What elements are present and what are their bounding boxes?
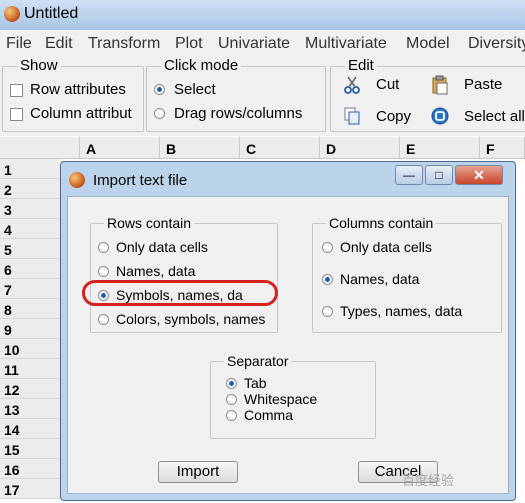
row-header[interactable]: 11 (0, 359, 60, 379)
edit-group-title: Edit (345, 57, 377, 74)
row-header[interactable]: 9 (0, 319, 60, 339)
row-header[interactable]: 1 (0, 159, 60, 179)
column-header[interactable]: B (160, 137, 240, 159)
cut-icon[interactable] (342, 75, 362, 95)
menu-edit[interactable]: Edit (45, 35, 73, 53)
menu-multivariate[interactable]: Multivariate (305, 35, 387, 53)
separator-tab-label: Tab (244, 375, 267, 391)
row-header[interactable]: 13 (0, 399, 60, 419)
row-header[interactable]: 7 (0, 279, 60, 299)
cols-types-names-data-radio[interactable] (322, 306, 333, 317)
paste-button[interactable]: Paste (464, 76, 502, 93)
separator-tab-radio[interactable] (226, 378, 237, 389)
row-header[interactable]: 3 (0, 199, 60, 219)
watermark: 百度经验 (402, 473, 455, 488)
minimize-icon[interactable]: — (395, 165, 423, 185)
drag-mode-label: Drag rows/columns (174, 105, 303, 122)
cut-button[interactable]: Cut (376, 76, 399, 93)
rows-colors-symbols-names-label: Colors, symbols, names (116, 311, 266, 327)
corner-header (0, 137, 80, 159)
select-all-icon[interactable] (430, 106, 450, 126)
dialog-app-icon (69, 172, 85, 188)
row-attributes-checkbox[interactable] (10, 84, 23, 97)
cols-names-data-radio[interactable] (322, 274, 333, 285)
row-attributes-label: Row attributes (30, 81, 126, 98)
dialog-body: Rows contain Only data cells Names, data… (67, 196, 509, 494)
menu-univariate[interactable]: Univariate (218, 35, 290, 53)
select-mode-label: Select (174, 81, 216, 98)
dialog-title-bar[interactable]: Import text file — □ ✕ (61, 162, 515, 196)
dialog-title: Import text file (93, 172, 188, 189)
window-title: Untitled (24, 5, 79, 22)
click-mode-group (146, 66, 326, 132)
columns-contain-title: Columns contain (326, 215, 437, 231)
row-header[interactable]: 10 (0, 339, 60, 359)
column-header[interactable]: D (320, 137, 400, 159)
title-bar: Untitled (0, 0, 525, 30)
row-header[interactable]: 12 (0, 379, 60, 399)
rows-only-data-label: Only data cells (116, 239, 208, 255)
show-group-title: Show (17, 57, 61, 74)
row-header[interactable]: 8 (0, 299, 60, 319)
rows-colors-symbols-names-radio[interactable] (98, 314, 109, 325)
cols-only-data-radio[interactable] (322, 242, 333, 253)
cols-only-data-label: Only data cells (340, 239, 432, 255)
rows-contain-title: Rows contain (104, 215, 195, 231)
column-header[interactable]: C (240, 137, 320, 159)
menu-plot[interactable]: Plot (175, 35, 203, 53)
close-icon[interactable]: ✕ (455, 165, 503, 185)
separator-title: Separator (224, 353, 292, 369)
column-header[interactable]: E (400, 137, 480, 159)
column-attributes-label: Column attribut (30, 105, 132, 122)
column-header[interactable]: A (80, 137, 160, 159)
copy-icon[interactable] (342, 106, 362, 126)
row-header[interactable]: 5 (0, 239, 60, 259)
separator-whitespace-radio[interactable] (226, 394, 237, 405)
menu-bar: File Edit Transform Plot Univariate Mult… (0, 30, 525, 57)
rows-only-data-radio[interactable] (98, 242, 109, 253)
row-header[interactable]: 2 (0, 179, 60, 199)
menu-model[interactable]: Model (406, 35, 450, 53)
toolbar: Show Row attributes Column attribut Clic… (0, 56, 525, 136)
row-header[interactable]: 16 (0, 459, 60, 479)
cols-names-data-label: Names, data (340, 271, 420, 287)
highlight-annotation (82, 280, 278, 306)
maximize-icon[interactable]: □ (425, 165, 453, 185)
row-header[interactable]: 6 (0, 259, 60, 279)
rows-names-data-label: Names, data (116, 263, 196, 279)
show-group (2, 66, 144, 132)
row-header[interactable]: 15 (0, 439, 60, 459)
separator-whitespace-label: Whitespace (244, 391, 318, 407)
separator-comma-label: Comma (244, 407, 294, 423)
paste-icon[interactable] (430, 75, 450, 95)
column-attributes-checkbox[interactable] (10, 108, 23, 121)
row-header[interactable]: 17 (0, 479, 60, 499)
cols-types-names-data-label: Types, names, data (340, 303, 463, 319)
app-icon (4, 6, 20, 22)
column-header[interactable]: F (480, 137, 525, 159)
separator-comma-radio[interactable] (226, 410, 237, 421)
menu-diversity[interactable]: Diversity (468, 35, 525, 53)
import-button[interactable]: Import (158, 461, 238, 483)
rows-names-data-radio[interactable] (98, 266, 109, 277)
row-header[interactable]: 14 (0, 419, 60, 439)
row-header[interactable]: 4 (0, 219, 60, 239)
select-all-button[interactable]: Select all (464, 108, 525, 125)
menu-transform[interactable]: Transform (88, 35, 160, 53)
click-mode-group-title: Click mode (161, 57, 242, 74)
menu-file[interactable]: File (6, 35, 32, 53)
copy-button[interactable]: Copy (376, 108, 411, 125)
drag-mode-radio[interactable] (154, 108, 165, 119)
select-mode-radio[interactable] (154, 84, 165, 95)
import-dialog: Import text file — □ ✕ Rows contain Only… (60, 161, 516, 501)
